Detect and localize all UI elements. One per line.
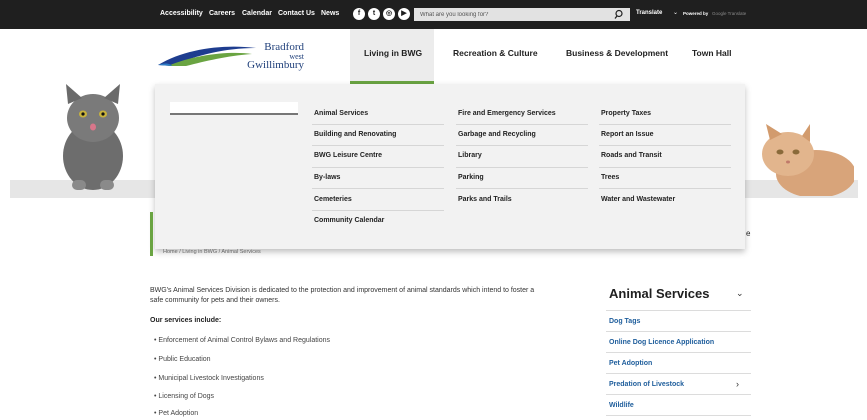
nav-business-development[interactable]: Business & Development [566, 48, 668, 58]
contact-us-link[interactable]: Contact Us [278, 10, 315, 17]
sidebar-title: Animal Services [609, 286, 710, 301]
menu-trees[interactable]: Trees [601, 174, 619, 181]
menu-library[interactable]: Library [458, 152, 482, 159]
powered-by-label: Powered by [683, 11, 709, 16]
nav-living-in-bwg[interactable]: Living in BWG [364, 48, 422, 58]
menu-divider [312, 188, 444, 189]
menu-divider [599, 167, 731, 168]
menu-roads-transit[interactable]: Roads and Transit [601, 152, 662, 159]
sidebar-link-dog-licence[interactable]: Online Dog Licence Application [609, 339, 714, 346]
menu-divider [312, 145, 444, 146]
facebook-icon[interactable]: f [353, 8, 365, 20]
youtube-icon[interactable]: ▶ [398, 8, 410, 20]
menu-animal-services[interactable]: Animal Services [314, 110, 368, 117]
mega-menu-underline [170, 113, 298, 115]
menu-divider [599, 188, 731, 189]
translate-select[interactable]: Translate [636, 10, 662, 16]
sidebar-divider [606, 352, 751, 353]
mega-menu-search-box[interactable] [170, 102, 298, 113]
service-item: Pet Adoption [158, 410, 199, 417]
sidebar-divider [606, 373, 751, 374]
menu-divider [599, 145, 731, 146]
google-translate-logo: Google Translate [712, 11, 747, 16]
sidebar-divider [606, 394, 751, 395]
sidebar-link-pet-adoption[interactable]: Pet Adoption [609, 360, 652, 367]
menu-divider [456, 188, 588, 189]
grey-kitten-image [63, 84, 123, 190]
list-item: • Licensing of Dogs [154, 393, 215, 400]
menu-by-laws[interactable]: By-laws [314, 174, 340, 181]
chevron-down-icon[interactable]: ⌄ [736, 288, 744, 299]
service-item: Enforcement of Animal Control Bylaws and… [158, 337, 330, 344]
service-item: Public Education [158, 356, 211, 363]
menu-cemeteries[interactable]: Cemeteries [314, 196, 352, 203]
menu-water-wastewater[interactable]: Water and Wastewater [601, 196, 675, 203]
nav-town-hall[interactable]: Town Hall [692, 48, 732, 58]
news-link[interactable]: News [321, 10, 339, 17]
chevron-down-icon[interactable]: ⌄ [673, 9, 678, 16]
list-item: • Pet Adoption [154, 410, 199, 417]
menu-divider [312, 167, 444, 168]
sidebar-divider [606, 415, 751, 416]
menu-parks-trails[interactable]: Parks and Trails [458, 196, 512, 203]
calendar-link[interactable]: Calendar [242, 10, 272, 17]
sidebar-link-predation[interactable]: Predation of Livestock [609, 381, 684, 388]
search-icon[interactable] [612, 8, 628, 21]
menu-divider [312, 124, 444, 125]
instagram-icon[interactable]: ◎ [383, 8, 395, 20]
logo-line-3: Gwillimbury [247, 59, 304, 71]
sidebar-link-dog-tags[interactable]: Dog Tags [609, 318, 640, 325]
nav-recreation-culture[interactable]: Recreation & Culture [453, 48, 538, 58]
list-item: • Municipal Livestock Investigations [154, 375, 264, 382]
list-item: • Enforcement of Animal Control Bylaws a… [154, 337, 330, 344]
chevron-right-icon[interactable]: › [736, 379, 739, 389]
menu-report-issue[interactable]: Report an Issue [601, 131, 654, 138]
services-heading: Our services include: [150, 317, 222, 324]
list-item: • Public Education [154, 356, 211, 363]
menu-fire-emergency[interactable]: Fire and Emergency Services [458, 110, 556, 117]
twitter-icon[interactable]: t [368, 8, 380, 20]
menu-divider [599, 124, 731, 125]
sidebar-divider [606, 310, 751, 311]
menu-divider [456, 145, 588, 146]
logo-line-1: Bradford [264, 41, 304, 53]
menu-building-renovating[interactable]: Building and Renovating [314, 131, 396, 138]
accessibility-link[interactable]: Accessibility [160, 10, 203, 17]
title-accent-bar [150, 212, 153, 256]
logo-wordmark[interactable]: Bradford west Gwillimbury [240, 41, 304, 71]
menu-community-calendar[interactable]: Community Calendar [314, 217, 384, 224]
intro-paragraph: BWG's Animal Services Division is dedica… [150, 286, 590, 306]
menu-divider [312, 210, 444, 211]
obscured-title-fragment: e [746, 229, 751, 238]
sidebar-divider [606, 331, 751, 332]
menu-garbage-recycling[interactable]: Garbage and Recycling [458, 131, 536, 138]
menu-divider [456, 124, 588, 125]
sidebar-link-wildlife[interactable]: Wildlife [609, 402, 634, 409]
careers-link[interactable]: Careers [209, 10, 235, 17]
intro-line-1: BWG's Animal Services Division is dedica… [150, 287, 535, 294]
service-item: Licensing of Dogs [158, 393, 215, 400]
ginger-cat-image [762, 124, 854, 196]
menu-property-taxes[interactable]: Property Taxes [601, 110, 651, 117]
service-item: Municipal Livestock Investigations [158, 375, 264, 382]
intro-line-2: safe community for pets and their owners… [150, 297, 280, 304]
menu-parking[interactable]: Parking [458, 174, 484, 181]
search-input[interactable] [414, 8, 630, 21]
breadcrumb[interactable]: Home / Living in BWG / Animal Services [163, 249, 261, 255]
menu-bwg-leisure-centre[interactable]: BWG Leisure Centre [314, 152, 382, 159]
menu-divider [456, 167, 588, 168]
